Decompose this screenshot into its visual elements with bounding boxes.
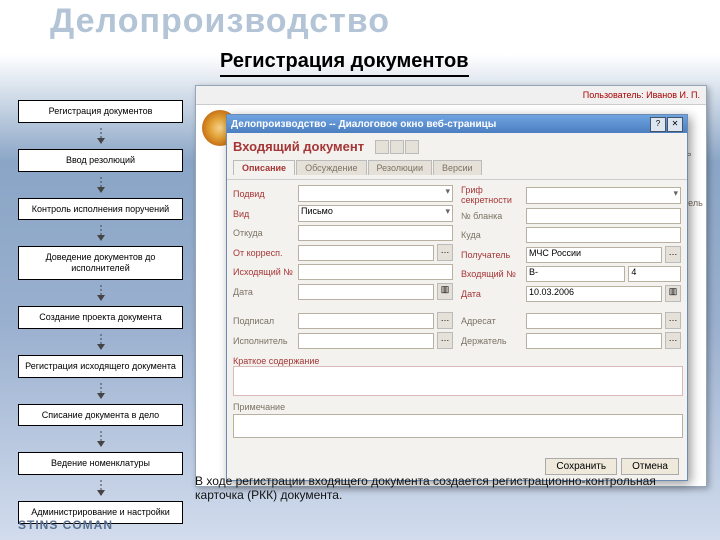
- label-prim: Примечание: [233, 402, 681, 412]
- label-data2: Дата: [461, 289, 523, 299]
- picker-icon[interactable]: …: [437, 332, 453, 349]
- blank-input[interactable]: [526, 208, 681, 224]
- picker-icon[interactable]: …: [665, 332, 681, 349]
- label-adresat: Адресат: [461, 316, 523, 326]
- data2-input[interactable]: 10.03.2006: [526, 286, 662, 302]
- label-otkuda: Откуда: [233, 228, 295, 238]
- tab-description[interactable]: Описание: [233, 160, 295, 175]
- tab-resolutions[interactable]: Резолюции: [368, 160, 432, 175]
- help-icon[interactable]: ?: [650, 117, 666, 132]
- derzhatel-input[interactable]: [526, 333, 662, 349]
- slide-subtitle: Регистрация документов: [220, 50, 469, 77]
- label-vhod: Входящий №: [461, 269, 523, 279]
- label-podpisal: Подписал: [233, 316, 295, 326]
- slide-title: Делопроизводство: [50, 2, 390, 41]
- user-label: Пользователь: Иванов И. П.: [583, 90, 700, 100]
- label-otkorresp: От корресп.: [233, 248, 295, 258]
- picker-icon[interactable]: …: [665, 312, 681, 329]
- data-input[interactable]: [298, 284, 434, 300]
- vid-select[interactable]: Письмо: [298, 205, 453, 222]
- label-podvid: Подвид: [233, 189, 295, 199]
- close-icon[interactable]: ✕: [667, 117, 683, 132]
- doc-title: Входящий документ: [233, 139, 364, 154]
- label-ispolnitel: Исполнитель: [233, 336, 295, 346]
- label-grif: Гриф секретности: [461, 185, 523, 205]
- flow-step[interactable]: Списание документа в дело: [18, 404, 183, 427]
- label-data: Дата: [233, 287, 295, 297]
- app-window: Пользователь: Иванов И. П. Делопроизводс…: [195, 85, 707, 487]
- tabstrip: Описание Обсуждение Резолюции Версии: [233, 160, 681, 175]
- kratkoe-textarea[interactable]: [233, 366, 683, 396]
- flow-step[interactable]: Контроль исполнения поручений: [18, 198, 183, 221]
- dialog-titlebar[interactable]: Делопроизводство -- Диалоговое окно веб-…: [227, 115, 687, 133]
- brand-logo: STINS COMAN: [18, 518, 113, 532]
- label-blank: № бланка: [461, 211, 523, 221]
- flow-step[interactable]: Доведение документов до исполнителей: [18, 246, 183, 280]
- flow-step[interactable]: Создание проекта документа: [18, 306, 183, 329]
- otkuda-input[interactable]: [298, 225, 453, 241]
- iskhod-input[interactable]: [298, 264, 453, 280]
- tab-versions[interactable]: Версии: [433, 160, 482, 175]
- dialog-title: Делопроизводство -- Диалоговое окно веб-…: [231, 119, 649, 130]
- workflow-column: Регистрация документов Ввод резолюций Ко…: [18, 100, 183, 524]
- footer-text: В ходе регистрации входящего документа с…: [195, 474, 695, 502]
- picker-icon[interactable]: …: [437, 244, 453, 261]
- cancel-button[interactable]: Отмена: [621, 458, 679, 475]
- label-kuda: Куда: [461, 230, 523, 240]
- label-poluch: Получатель: [461, 250, 523, 260]
- flow-step[interactable]: Ввод резолюций: [18, 149, 183, 172]
- label-iskhod: Исходящий №: [233, 267, 295, 277]
- flow-step[interactable]: Регистрация исходящего документа: [18, 355, 183, 378]
- adresat-input[interactable]: [526, 313, 662, 329]
- ispolnitel-input[interactable]: [298, 333, 434, 349]
- podvid-select[interactable]: [298, 185, 453, 202]
- grif-select[interactable]: [526, 187, 681, 204]
- flow-step[interactable]: Регистрация документов: [18, 100, 183, 123]
- calendar-icon[interactable]: ▥: [665, 285, 681, 302]
- flow-step[interactable]: Ведение номенклатуры: [18, 452, 183, 475]
- kuda-input[interactable]: [526, 227, 681, 243]
- save-button[interactable]: Сохранить: [545, 458, 617, 475]
- label-derzhatel: Держатель: [461, 336, 523, 346]
- dialog-window: Делопроизводство -- Диалоговое окно веб-…: [226, 114, 688, 481]
- vhod-extra-input[interactable]: 4: [628, 266, 681, 282]
- prim-textarea[interactable]: [233, 414, 683, 438]
- otkorresp-input[interactable]: [298, 245, 434, 261]
- poluch-input[interactable]: МЧС России: [526, 247, 662, 263]
- label-vid: Вид: [233, 209, 295, 219]
- picker-icon[interactable]: …: [437, 312, 453, 329]
- picker-icon[interactable]: …: [665, 246, 681, 263]
- tab-discussion[interactable]: Обсуждение: [296, 160, 366, 175]
- title-icons: [375, 140, 420, 157]
- podpisal-input[interactable]: [298, 313, 434, 329]
- label-kratkoe: Краткое содержание: [233, 356, 681, 366]
- calendar-icon[interactable]: ▥: [437, 283, 453, 300]
- vhod-input[interactable]: В-: [526, 266, 625, 282]
